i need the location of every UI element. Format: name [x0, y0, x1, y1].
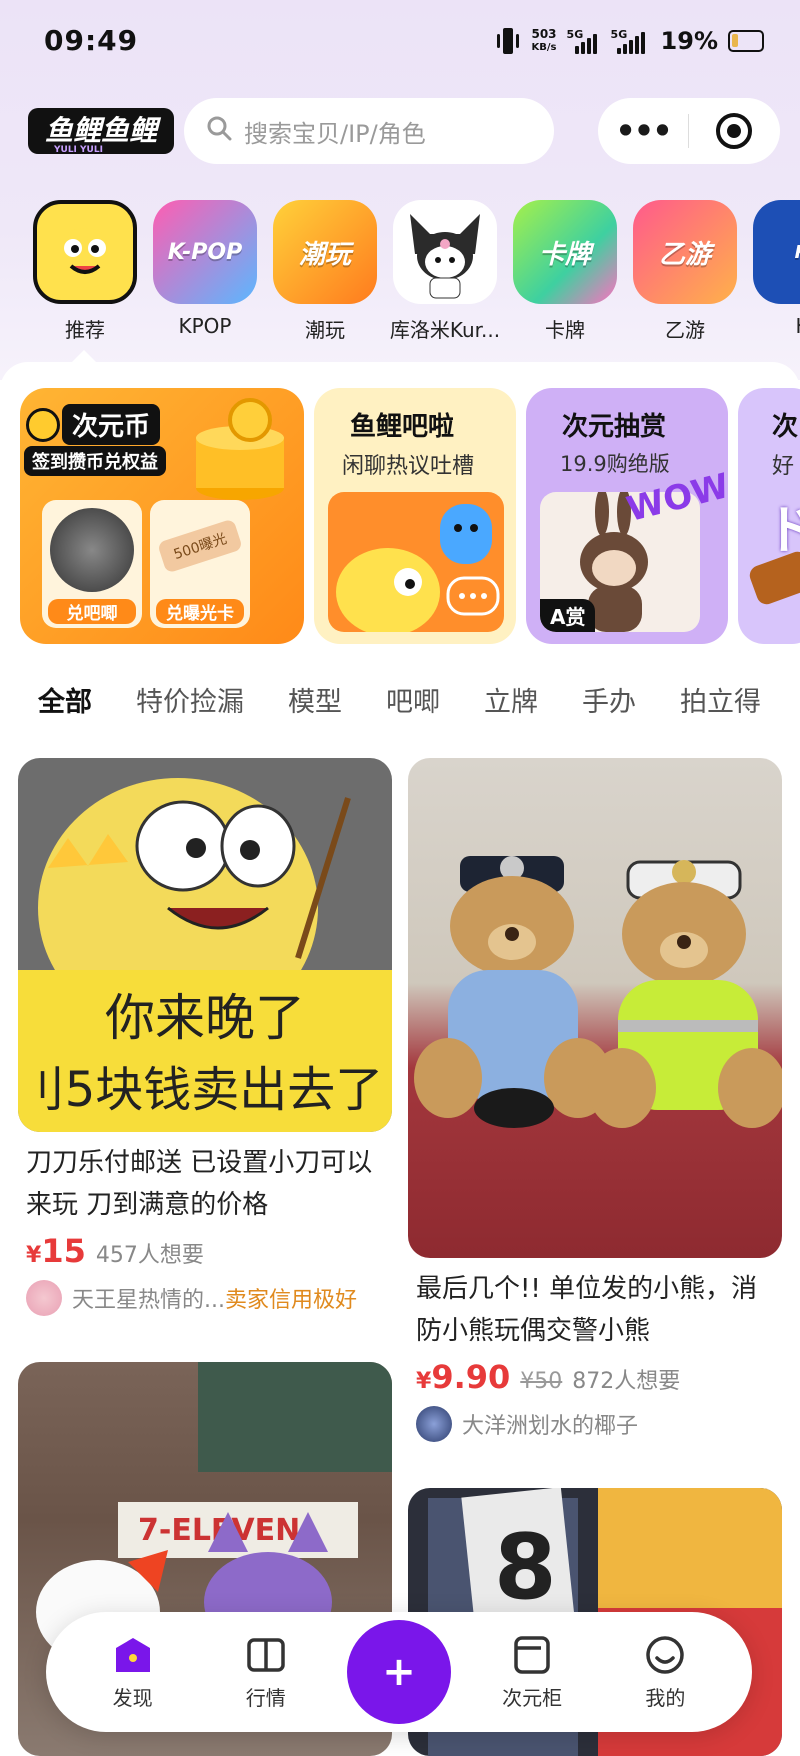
network-speed: 503 KB/s	[531, 27, 557, 53]
nav-mine[interactable]: 我的	[620, 1634, 710, 1711]
coin-stack-icon	[180, 398, 300, 512]
status-indicators: 503 KB/s 5G 5G 19%	[495, 26, 764, 56]
price-row: ¥9.90 ¥50 872人想要	[408, 1358, 782, 1396]
tab-badge[interactable]: 吧唧	[386, 680, 440, 726]
price: ¥9.90	[416, 1358, 511, 1396]
redeem-exposure-item[interactable]: 500曝光 兑曝光卡	[150, 500, 250, 628]
tab-bargain[interactable]: 特价捡漏	[136, 680, 244, 726]
category-kuromi[interactable]: 库洛米Kur...	[390, 200, 500, 350]
want-count: 872人想要	[572, 1369, 681, 1394]
signal-icon: 5G	[567, 28, 601, 54]
chat-banner[interactable]: 鱼鲤吧啦 闲聊热议吐槽	[314, 388, 516, 644]
redeem-badge-item[interactable]: 兑吧唧	[42, 500, 142, 628]
vibrate-icon	[495, 26, 521, 56]
product-card[interactable]: 最后几个!! 单位发的小熊，消防小熊玩偶交警小熊 ¥9.90 ¥50 872人想…	[408, 758, 782, 1442]
status-time: 09:49	[44, 24, 139, 57]
credit-tag: 卖家信用极好	[224, 1288, 357, 1313]
category-recommend[interactable]: 推荐	[30, 200, 140, 350]
price: ¥15	[26, 1232, 86, 1270]
chat-illustration	[328, 492, 504, 632]
want-count: 457人想要	[95, 1243, 204, 1268]
miniprogram-capsule: •••	[598, 98, 780, 164]
partial-banner[interactable]: 次 好 ド	[738, 388, 800, 644]
nav-publish[interactable]: +	[346, 1620, 451, 1724]
traffic-bear-right	[588, 860, 782, 1128]
badge-image	[50, 508, 134, 592]
category-indicator	[70, 350, 98, 364]
category-cards[interactable]: 卡牌 卡牌	[510, 200, 620, 350]
smile-icon	[644, 1634, 686, 1676]
tab-all[interactable]: 全部	[38, 680, 92, 726]
card-number: 8	[494, 1515, 557, 1620]
coin-icon	[26, 408, 60, 442]
category-row: 推荐 K-POP KPOP 潮玩 潮玩 库洛米Kur... 卡牌 卡牌 乙游 乙…	[30, 200, 800, 350]
mascot-icon	[33, 200, 137, 304]
cabinet-icon	[511, 1634, 553, 1676]
status-bar: 09:49 503 KB/s 5G 5G 19%	[0, 0, 800, 84]
meme-banner: 你来晚了 刂5块钱卖出去了	[18, 970, 392, 1132]
bottom-nav: 发现 行情 + 次元柜 我的	[46, 1612, 752, 1732]
plus-icon: +	[346, 1620, 451, 1724]
avatar	[26, 1280, 62, 1316]
category-trendy-toys[interactable]: 潮玩 潮玩	[270, 200, 380, 350]
product-card[interactable]: 你来晚了 刂5块钱卖出去了 刀刀乐付邮送 已设置小刀可以来玩 刀到满意的价格 ¥…	[18, 758, 392, 1316]
book-icon	[245, 1634, 287, 1676]
tab-instax[interactable]: 拍立得	[680, 680, 761, 726]
search-placeholder: 搜索宝贝/IP/角色	[244, 119, 426, 148]
battery-percent: 19%	[660, 27, 718, 55]
kpop-icon: K-POP	[153, 200, 257, 304]
trendy-toys-icon: 潮玩	[273, 200, 377, 304]
police-bear-left	[414, 856, 612, 1128]
app-logo: 鱼鲤鱼鲤 YULI YULI	[26, 102, 176, 160]
avatar	[416, 1406, 452, 1442]
filter-tabs: 全部 特价捡漏 模型 吧唧 立牌 手办 拍立得	[38, 680, 800, 726]
product-title: 最后几个!! 单位发的小熊，消防小熊玩偶交警小熊	[416, 1274, 758, 1346]
kuromi-icon	[393, 200, 497, 304]
lottery-banner[interactable]: 次元抽赏 19.9购绝版 A赏 WOW	[526, 388, 728, 644]
seller-row[interactable]: 天王星热情的... 卖家信用极好	[18, 1280, 392, 1316]
tab-standee[interactable]: 立牌	[484, 680, 538, 726]
tab-figure[interactable]: 手办	[582, 680, 636, 726]
seller-row[interactable]: 大洋洲划水的椰子	[408, 1406, 782, 1442]
nav-market[interactable]: 行情	[221, 1634, 311, 1711]
signal-icon: 5G	[611, 28, 651, 54]
search-icon	[206, 115, 232, 147]
close-target-button[interactable]	[689, 113, 779, 149]
target-icon	[716, 113, 752, 149]
product-title: 刀刀乐付邮送 已设置小刀可以来玩 刀到满意的价格	[26, 1148, 373, 1220]
nav-cabinet[interactable]: 次元柜	[487, 1634, 577, 1711]
price-row: ¥15 457人想要	[18, 1232, 392, 1270]
original-price: ¥50	[520, 1369, 563, 1394]
product-image	[408, 758, 782, 1258]
otome-icon: 乙游	[633, 200, 737, 304]
discover-icon	[112, 1634, 154, 1676]
nav-discover[interactable]: 发现	[88, 1634, 178, 1711]
svg-text:YULI YULI: YULI YULI	[53, 145, 103, 155]
wolf-icon: KI	[753, 200, 800, 304]
search-bar[interactable]: 搜索宝贝/IP/角色	[184, 98, 554, 164]
product-image: 你来晚了 刂5块钱卖出去了	[18, 758, 392, 1132]
category-partial[interactable]: KI KI	[750, 200, 800, 350]
svg-text:鱼鲤鱼鲤: 鱼鲤鱼鲤	[45, 114, 162, 147]
more-dots-icon[interactable]: •••	[598, 115, 688, 147]
tab-model[interactable]: 模型	[288, 680, 342, 726]
cards-icon: 卡牌	[513, 200, 617, 304]
category-otome[interactable]: 乙游 乙游	[630, 200, 740, 350]
category-kpop[interactable]: K-POP KPOP	[150, 200, 260, 350]
coin-banner[interactable]: 次元币 签到攒币兑权益 兑吧唧 500曝光 兑曝光卡	[20, 388, 304, 644]
battery-icon	[728, 30, 764, 52]
